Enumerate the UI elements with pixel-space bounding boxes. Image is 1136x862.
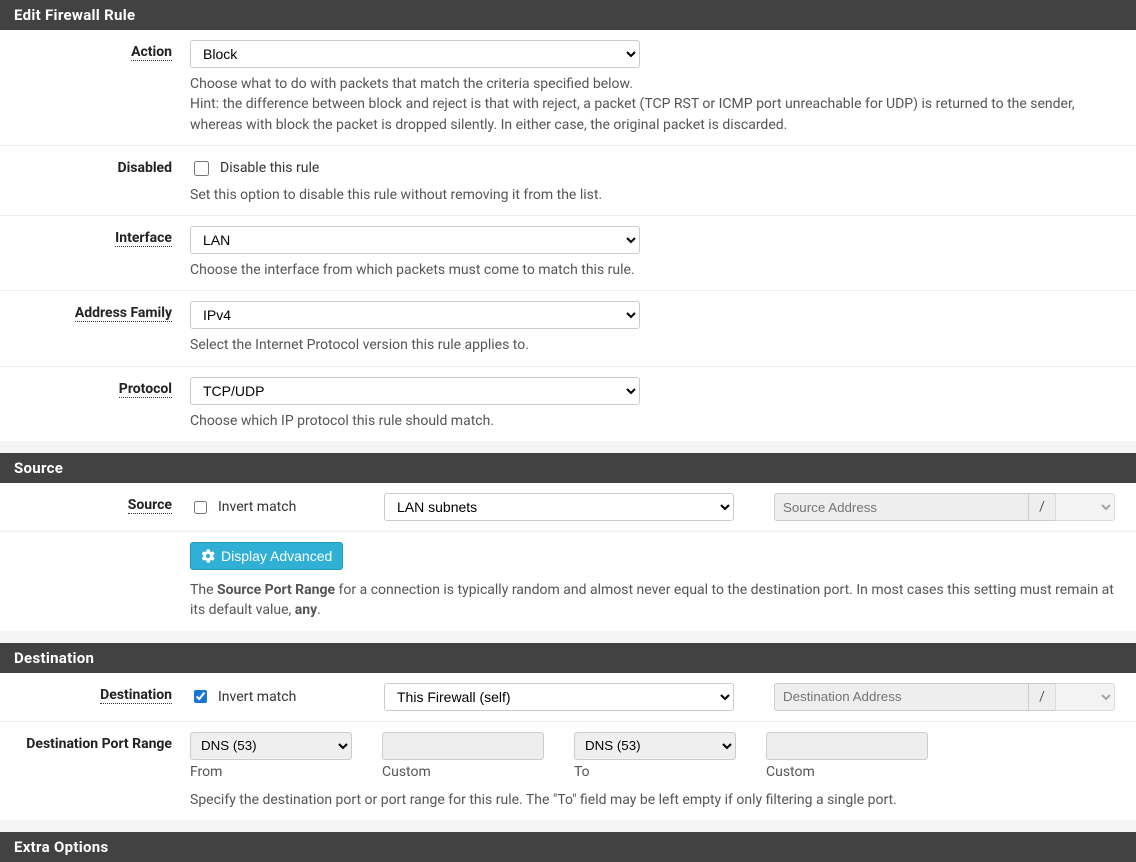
row-protocol: Protocol TCP/UDP Choose which IP protoco…	[0, 367, 1136, 441]
source-slash: /	[1029, 493, 1055, 521]
destination-type-select[interactable]: This Firewall (self)	[384, 683, 734, 711]
label-interface-col: Interface	[0, 226, 190, 246]
field-action: Block Choose what to do with packets tha…	[190, 40, 1136, 135]
field-interface: LAN Choose the interface from which pack…	[190, 226, 1136, 280]
help-interface: Choose the interface from which packets …	[190, 260, 1122, 280]
help-source-port: The Source Port Range for a connection i…	[190, 580, 1122, 621]
field-dest-port: DNS (53) From Custom DNS (53) To Custom …	[190, 732, 1136, 810]
destination-invert-checkbox[interactable]	[194, 690, 207, 703]
spacer2	[0, 631, 1136, 643]
action-select[interactable]: Block	[190, 40, 640, 68]
label-dest-port-col: Destination Port Range	[0, 732, 190, 752]
label-source: Source	[128, 497, 172, 514]
help-protocol: Choose which IP protocol this rule shoul…	[190, 411, 1122, 431]
label-protocol: Protocol	[119, 381, 172, 398]
label-address-family: Address Family	[75, 305, 172, 322]
help-address-family: Select the Internet Protocol version thi…	[190, 335, 1122, 355]
dest-port-from-custom	[382, 732, 544, 760]
disabled-checkbox[interactable]	[194, 161, 209, 176]
field-protocol: TCP/UDP Choose which IP protocol this ru…	[190, 377, 1136, 431]
dest-port-from-label: From	[190, 764, 352, 780]
row-address-family: Address Family IPv4 Select the Internet …	[0, 291, 1136, 366]
disabled-checkbox-label: Disable this rule	[220, 160, 319, 176]
protocol-select[interactable]: TCP/UDP	[190, 377, 640, 405]
source-invert-label: Invert match	[218, 499, 296, 515]
row-source: Source Invert match LAN subnets /	[0, 483, 1136, 532]
label-interface: Interface	[115, 230, 172, 247]
label-disabled-col: Disabled	[0, 156, 190, 176]
section-header-destination: Destination	[0, 643, 1136, 673]
label-protocol-col: Protocol	[0, 377, 190, 397]
section-header-extra: Extra Options	[0, 832, 1136, 862]
spacer	[0, 441, 1136, 453]
dest-port-to-select[interactable]: DNS (53)	[574, 732, 736, 760]
row-dest-port: Destination Port Range DNS (53) From Cus…	[0, 722, 1136, 820]
row-destination: Destination Invert match This Firewall (…	[0, 673, 1136, 722]
row-disabled: Disabled Disable this rule Set this opti…	[0, 146, 1136, 216]
label-source-col: Source	[0, 493, 190, 513]
dest-port-from-select[interactable]: DNS (53)	[190, 732, 352, 760]
label-destination: Destination	[100, 687, 172, 704]
field-disabled: Disable this rule Set this option to dis…	[190, 156, 1136, 205]
row-action: Action Block Choose what to do with pack…	[0, 30, 1136, 146]
section-header-source: Source	[0, 453, 1136, 483]
label-address-family-col: Address Family	[0, 301, 190, 321]
display-advanced-button[interactable]: Display Advanced	[190, 542, 343, 570]
source-invert-checkbox[interactable]	[194, 501, 207, 514]
source-address-input	[774, 493, 1029, 521]
dest-port-to-label: To	[574, 764, 736, 780]
dest-port-from-custom-label: Custom	[382, 764, 544, 780]
display-advanced-label: Display Advanced	[221, 548, 332, 564]
help-disabled: Set this option to disable this rule wit…	[190, 185, 1122, 205]
field-address-family: IPv4 Select the Internet Protocol versio…	[190, 301, 1136, 355]
help-action: Choose what to do with packets that matc…	[190, 74, 1122, 135]
label-destination-col: Destination	[0, 683, 190, 703]
destination-slash: /	[1029, 683, 1055, 711]
source-type-select[interactable]: LAN subnets	[384, 493, 734, 521]
field-destination: Invert match This Firewall (self) /	[190, 683, 1136, 711]
label-action: Action	[131, 44, 172, 61]
destination-mask-select	[1055, 683, 1115, 711]
row-interface: Interface LAN Choose the interface from …	[0, 216, 1136, 291]
dest-port-to-custom	[766, 732, 928, 760]
field-source-advanced: Display Advanced The Source Port Range f…	[190, 542, 1136, 621]
interface-select[interactable]: LAN	[190, 226, 640, 254]
source-mask-select	[1055, 493, 1115, 521]
spacer3	[0, 820, 1136, 832]
address-family-select[interactable]: IPv4	[190, 301, 640, 329]
field-source: Invert match LAN subnets /	[190, 493, 1136, 521]
label-source-advanced-col	[0, 542, 190, 546]
dest-port-to-custom-label: Custom	[766, 764, 928, 780]
label-dest-port: Destination Port Range	[26, 736, 172, 752]
label-disabled: Disabled	[117, 160, 172, 176]
destination-invert-label: Invert match	[218, 689, 296, 705]
section-header-edit: Edit Firewall Rule	[0, 0, 1136, 30]
gear-icon	[201, 549, 215, 563]
label-action-col: Action	[0, 40, 190, 60]
destination-address-input	[774, 683, 1029, 711]
row-source-advanced: Display Advanced The Source Port Range f…	[0, 532, 1136, 631]
